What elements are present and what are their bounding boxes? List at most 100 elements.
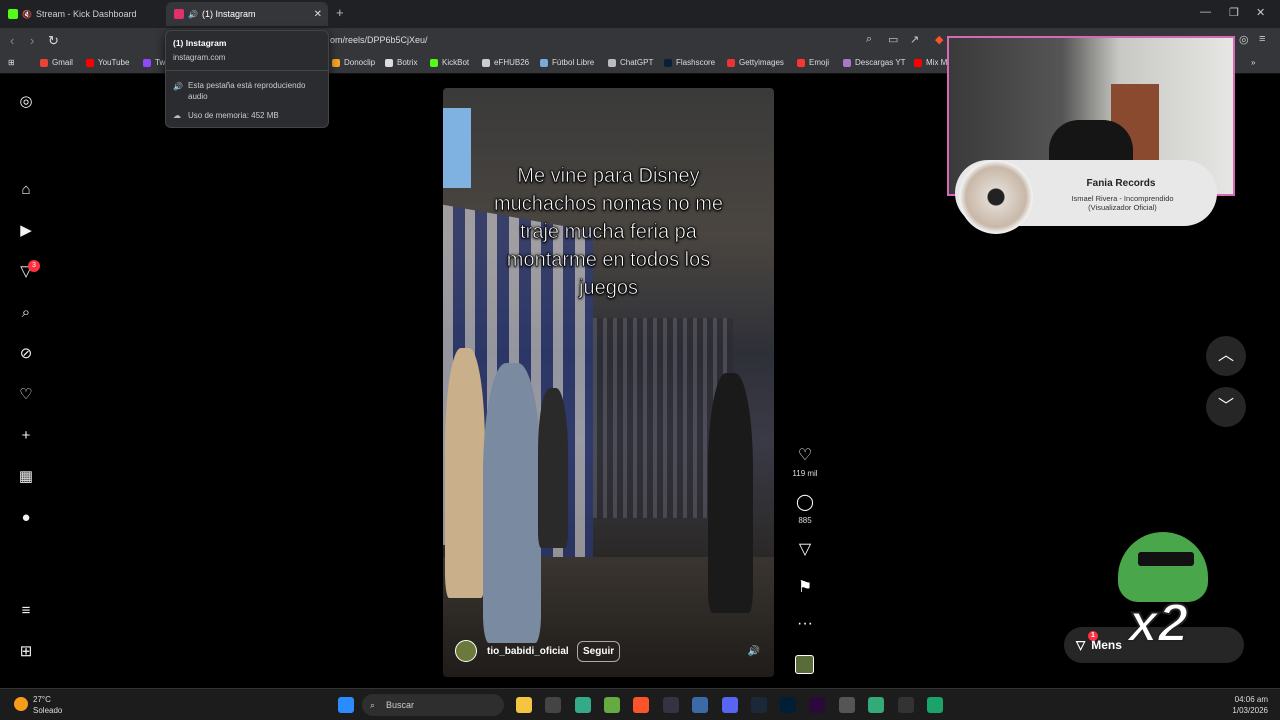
apps-icon[interactable]: ⊞ [8,58,15,67]
volume-icon[interactable]: 🔊 [748,646,760,657]
person-figure [445,348,485,598]
bookmark-botrix[interactable]: Botrix [385,58,417,67]
app-icon[interactable] [575,697,591,713]
brave-browser-icon[interactable] [633,697,649,713]
photoshop-icon[interactable] [780,697,796,713]
vpn-icon[interactable]: ◎ [1239,33,1249,46]
sun-icon [14,697,28,711]
author-avatar[interactable] [455,640,477,662]
heart-icon[interactable]: ♡ [16,385,36,405]
app-icon[interactable] [545,697,561,713]
discord-icon[interactable] [722,697,738,713]
media-player-icon[interactable] [898,697,914,713]
comment-icon[interactable]: ◯ [794,492,816,512]
close-window-button[interactable]: ✕ [1256,6,1265,19]
like-count: 119 mil [792,469,818,478]
previous-reel-button[interactable]: ︿ [1206,336,1246,376]
instagram-logo-icon[interactable]: ◎ [16,92,36,112]
reels-icon[interactable]: ▶ [16,221,36,241]
reload-icon[interactable]: ↻ [48,33,59,49]
bookmark-twitch[interactable]: Tw [143,58,165,67]
reel-video[interactable]: Me vine para Disney muchachos nomas no m… [443,88,774,677]
kick-icon [8,9,18,19]
url-field[interactable]: om/reels/DPP6b5CjXeu/ [330,35,428,45]
search-icon[interactable]: ⌕ [16,303,36,323]
system-clock[interactable]: 04:06 am 1/03/2026 [1232,694,1268,716]
bookmark-descargas-yt[interactable]: Descargas YT [843,58,906,67]
tab-bar: 🔇 Stream - Kick Dashboard 🔊 (1) Instagra… [0,0,1280,28]
cast-icon[interactable]: ▭ [888,33,898,46]
start-menu-icon[interactable] [338,697,354,713]
bookmark-gmail[interactable]: Gmail [40,58,73,67]
search-placeholder: Buscar [386,700,415,710]
tab-instagram[interactable]: 🔊 (1) Instagram ✕ [166,2,328,26]
menu-icon[interactable]: ≡ [1259,33,1265,45]
create-icon[interactable]: + [16,426,36,446]
tab-hover-card: (1) Instagram instagram.com 🔊 Esta pesta… [165,30,329,128]
edge-icon[interactable] [927,697,943,713]
bookmark-youtube[interactable]: YouTube [86,58,129,67]
bookmark-flashscore[interactable]: Flashscore [664,58,715,67]
save-icon[interactable]: ⚑ [794,577,816,597]
calculator-icon[interactable] [692,697,708,713]
more-bookmarks-icon[interactable]: » [1251,58,1255,67]
premiere-icon[interactable] [809,697,825,713]
now-playing-song: Ismael Rivera - Incomprendido (Visualiza… [1071,194,1174,212]
profile-avatar[interactable]: ● [16,508,36,528]
close-tab-icon[interactable]: ✕ [314,9,322,20]
speaker-icon[interactable]: 🔊 [188,10,198,19]
explore-icon[interactable]: ⊘ [16,344,36,364]
kickbot-icon [430,58,438,67]
bookmark-kickbot[interactable]: KickBot [430,58,469,67]
original-audio-thumbnail[interactable] [795,655,814,674]
maximize-button[interactable]: ❐ [1229,6,1239,19]
chatgpt-icon [608,58,616,67]
forward-icon[interactable]: › [30,33,34,48]
share-icon[interactable]: ▽ [794,539,816,559]
follow-button[interactable]: Seguir [577,641,621,662]
mute-icon[interactable]: 🔇 [22,10,32,19]
reel-caption: Me vine para Disney muchachos nomas no m… [493,165,724,300]
bookmark-emoji[interactable]: Emoji [797,58,829,67]
dashboard-icon[interactable]: ▦ [16,467,36,487]
next-reel-button[interactable]: ﹀ [1206,387,1246,427]
minimize-button[interactable]: — [1200,6,1211,18]
divider [166,70,328,71]
author-username[interactable]: tio_babidi_oficial [487,646,569,657]
meta-apps-icon[interactable]: ⊞ [16,642,36,662]
bookmark-chatgpt[interactable]: ChatGPT [608,58,653,67]
search-icon: ⌕ [370,700,376,710]
share-icon[interactable]: ↗ [910,33,919,46]
descargas-icon [843,58,851,67]
app-icon[interactable] [663,697,679,713]
back-icon[interactable]: ‹ [10,33,14,48]
bookmark-donoclip[interactable]: Donoclip [332,58,375,67]
multiplier-text: x2 [1127,592,1189,654]
settings-icon[interactable] [839,697,855,713]
like-icon[interactable]: ♡ [794,445,816,465]
bookmark-mix[interactable]: Mix M [914,58,947,67]
reel-author[interactable]: tio_babidi_oficial [455,640,569,662]
flashscore-icon [664,58,672,67]
home-icon[interactable]: ⌂ [16,180,36,200]
app-icon[interactable] [604,697,620,713]
zoom-icon[interactable]: ⌕ [866,33,872,46]
sunglasses [1138,552,1194,566]
steam-icon[interactable] [751,697,767,713]
more-menu-icon[interactable]: ≡ [16,601,36,621]
notepad-icon[interactable] [868,697,884,713]
tab-label: (1) Instagram [201,9,256,19]
more-options-icon[interactable]: ··· [794,615,816,633]
file-explorer-icon[interactable] [516,697,532,713]
bookmark-gettyimages[interactable]: Gettyimages [727,58,784,67]
pepe-x2-overlay: x2 [1098,522,1234,662]
bookmark-efhub26[interactable]: eFHUB26 [482,58,529,67]
brave-shield-icon[interactable]: ◆ [935,33,943,46]
audio-status: Esta pestaña está reproduciendo audio [188,81,306,101]
taskbar-search[interactable]: ⌕ Buscar [362,694,504,716]
tab-kick-dashboard[interactable]: 🔇 Stream - Kick Dashboard [0,2,165,26]
twitch-icon [143,58,151,67]
bookmark-futbol-libre[interactable]: Fútbol Libre [540,58,594,67]
new-tab-button[interactable]: + [336,5,344,20]
comment-count: 885 [798,516,812,525]
